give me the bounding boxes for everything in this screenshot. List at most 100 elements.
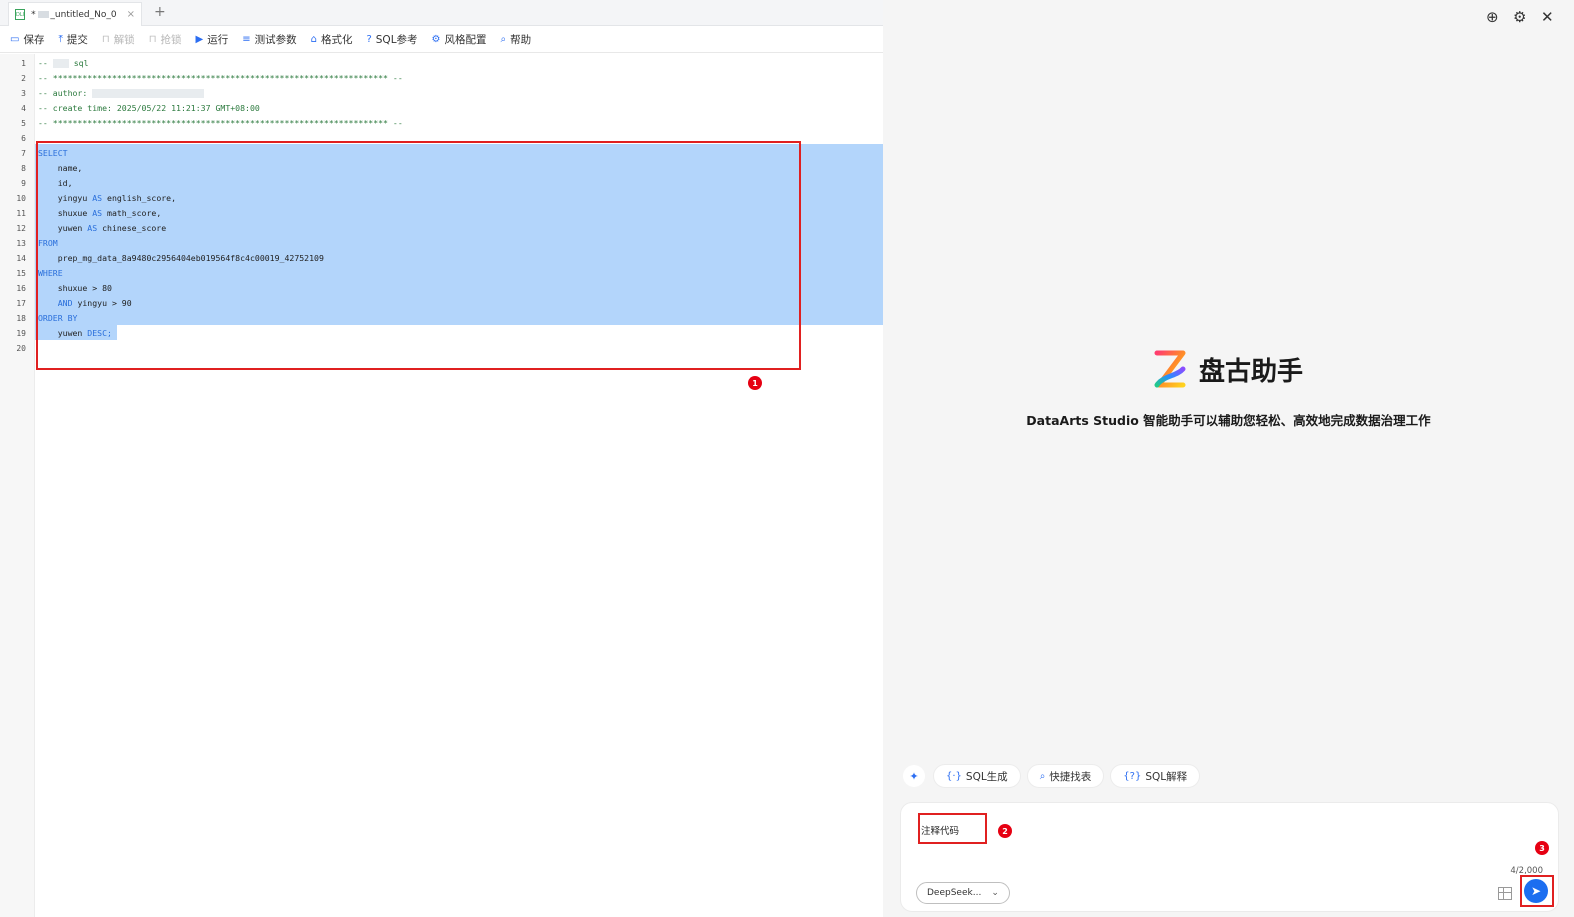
new-chat-icon[interactable]: ⊕ <box>1486 8 1499 26</box>
code-line: -- author: <box>38 86 205 101</box>
dli-file-icon: DLI <box>15 9 26 20</box>
annotation-badge-1: 1 <box>748 376 762 390</box>
tab-bar: DLI * _untitled_No_0 × + <box>0 0 883 26</box>
format-button[interactable]: ⌂ 格式化 <box>311 32 353 47</box>
unlock-icon: ⊓ <box>101 34 110 45</box>
model-select-dropdown[interactable]: DeepSeek... ⌄ <box>916 882 1010 904</box>
assistant-brand-name: 盘古助手 <box>1199 356 1304 387</box>
test-params-label: 测试参数 <box>254 34 297 46</box>
line-number: 2 <box>21 74 26 83</box>
help-button[interactable]: ⌕ 帮助 <box>501 32 532 47</box>
gear-icon: ⚙ <box>431 34 441 45</box>
run-button[interactable]: ▶ 运行 <box>196 32 229 47</box>
line-number: 12 <box>16 224 26 233</box>
save-icon: ▭ <box>10 34 20 45</box>
code-line: -- *************************************… <box>38 73 403 83</box>
unlock-button[interactable]: ⊓ 解锁 <box>102 32 135 47</box>
line-number: 14 <box>16 254 26 263</box>
explain-braces-icon: {?} <box>1123 770 1142 782</box>
code-text: sql <box>68 58 89 68</box>
format-icon: ⌂ <box>310 34 317 45</box>
annotation-badge-3: 3 <box>1535 841 1549 855</box>
line-number: 3 <box>21 89 26 98</box>
style-config-button[interactable]: ⚙ 风格配置 <box>432 32 487 47</box>
assistant-subtitle: DataArts Studio 智能助手可以辅助您轻松、高效地完成数据治理工作 <box>1026 413 1431 428</box>
line-number: 9 <box>21 179 26 188</box>
annotation-box-1 <box>36 141 801 370</box>
close-tab-icon[interactable]: × <box>127 9 135 20</box>
params-icon: ≡ <box>242 34 251 45</box>
comment-prefix: -- <box>38 58 53 68</box>
help-doc-icon: ⌕ <box>500 34 507 45</box>
model-select-value: DeepSeek... <box>927 888 982 898</box>
code-text: -- author: <box>38 88 93 98</box>
chip-sql-generate[interactable]: {·} SQL生成 <box>933 764 1021 788</box>
help-label: 帮助 <box>510 34 532 46</box>
quick-action-chips: ✦ {·} SQL生成 ⌕ 快捷找表 {?} SQL解释 <box>903 764 1206 788</box>
line-number: 20 <box>16 344 26 353</box>
code-line: -- create time: 2025/05/22 11:21:37 GMT+… <box>38 103 260 113</box>
submit-label: 提交 <box>66 34 88 46</box>
close-icon[interactable]: ✕ <box>1541 8 1554 26</box>
format-label: 格式化 <box>320 34 353 46</box>
line-number: 19 <box>16 329 26 338</box>
unsaved-marker: * <box>31 9 36 20</box>
code-line: -- sql <box>38 56 89 71</box>
line-number: 10 <box>16 194 26 203</box>
pangu-logo-icon <box>1154 350 1186 388</box>
redacted-author <box>92 89 205 98</box>
table-icon[interactable] <box>1498 887 1512 900</box>
sql-reference-label: SQL参考 <box>375 34 418 46</box>
lock-icon: ⊓ <box>148 34 157 45</box>
chip-sql-explain[interactable]: {?} SQL解释 <box>1110 764 1201 788</box>
chevron-down-icon: ⌄ <box>991 888 999 898</box>
line-number: 18 <box>16 314 26 323</box>
annotation-badge-2: 2 <box>998 824 1012 838</box>
grab-lock-label: 抢锁 <box>160 34 182 46</box>
sparkle-icon[interactable]: ✦ <box>903 765 925 787</box>
help-circle-icon: ? <box>366 34 372 45</box>
save-label: 保存 <box>23 34 45 46</box>
line-number: 15 <box>16 269 26 278</box>
line-number: 4 <box>21 104 26 113</box>
line-number: 13 <box>16 239 26 248</box>
assistant-pane: ⊕ ⚙ ✕ 盘古助手 DataArts Studio 智能助手可以辅助您轻松、高… <box>883 0 1574 917</box>
run-label: 运行 <box>207 34 229 46</box>
send-icon: ➤ <box>1530 884 1542 898</box>
test-params-button[interactable]: ≡ 测试参数 <box>242 32 296 47</box>
line-number: 17 <box>16 299 26 308</box>
save-button[interactable]: ▭ 保存 <box>10 32 44 47</box>
assistant-logo: 盘古助手 <box>1153 350 1303 388</box>
settings-gear-icon[interactable]: ⚙ <box>1513 8 1526 26</box>
code-line: -- *************************************… <box>38 118 403 128</box>
tab-untitled[interactable]: DLI * _untitled_No_0 × <box>8 2 142 26</box>
line-number: 8 <box>21 164 26 173</box>
editor-toolbar: ▭ 保存 ⤒ 提交 ⊓ 解锁 ⊓ 抢锁 ▶ 运行 ≡ 测试参数 ⌂ 格式化 ? SQL参考 ⚙ 风… <box>0 27 883 53</box>
chat-input-box[interactable]: 注释代码 2 3 4/2,000 DeepSeek... ⌄ ➤ <box>900 802 1559 912</box>
chip-quick-find-table[interactable]: ⌕ 快捷找表 <box>1026 764 1105 788</box>
redacted-tab-prefix <box>37 11 50 18</box>
play-icon: ▶ <box>195 34 204 45</box>
annotation-box-2 <box>918 813 987 844</box>
grab-lock-button[interactable]: ⊓ 抢锁 <box>149 32 182 47</box>
line-number: 16 <box>16 284 26 293</box>
add-tab-icon[interactable]: + <box>154 4 166 20</box>
search-table-icon: ⌕ <box>1039 770 1046 782</box>
redacted-text <box>52 59 69 68</box>
style-config-label: 风格配置 <box>444 34 487 46</box>
unlock-label: 解锁 <box>113 34 135 46</box>
chip-label: 快捷找表 <box>1049 770 1092 783</box>
line-number: 1 <box>21 59 26 68</box>
code-editor[interactable]: 1 2 3 4 5 6 7 8 9 10 11 12 13 14 15 16 1… <box>0 54 883 917</box>
tab-title: _untitled_No_0 <box>50 9 117 20</box>
send-button[interactable]: ➤ <box>1524 879 1548 903</box>
chip-label: SQL生成 <box>965 770 1008 783</box>
upload-icon: ⤒ <box>58 34 63 45</box>
submit-button[interactable]: ⤒ 提交 <box>58 32 87 47</box>
chip-label: SQL解释 <box>1145 770 1188 783</box>
sql-editor-pane: DLI * _untitled_No_0 × + ▭ 保存 ⤒ 提交 ⊓ 解锁 ⊓ 抢锁… <box>0 0 883 917</box>
sql-reference-button[interactable]: ? SQL参考 <box>366 32 417 47</box>
line-number: 5 <box>21 119 26 128</box>
line-number: 6 <box>21 134 26 143</box>
code-braces-icon: {·} <box>946 770 962 782</box>
